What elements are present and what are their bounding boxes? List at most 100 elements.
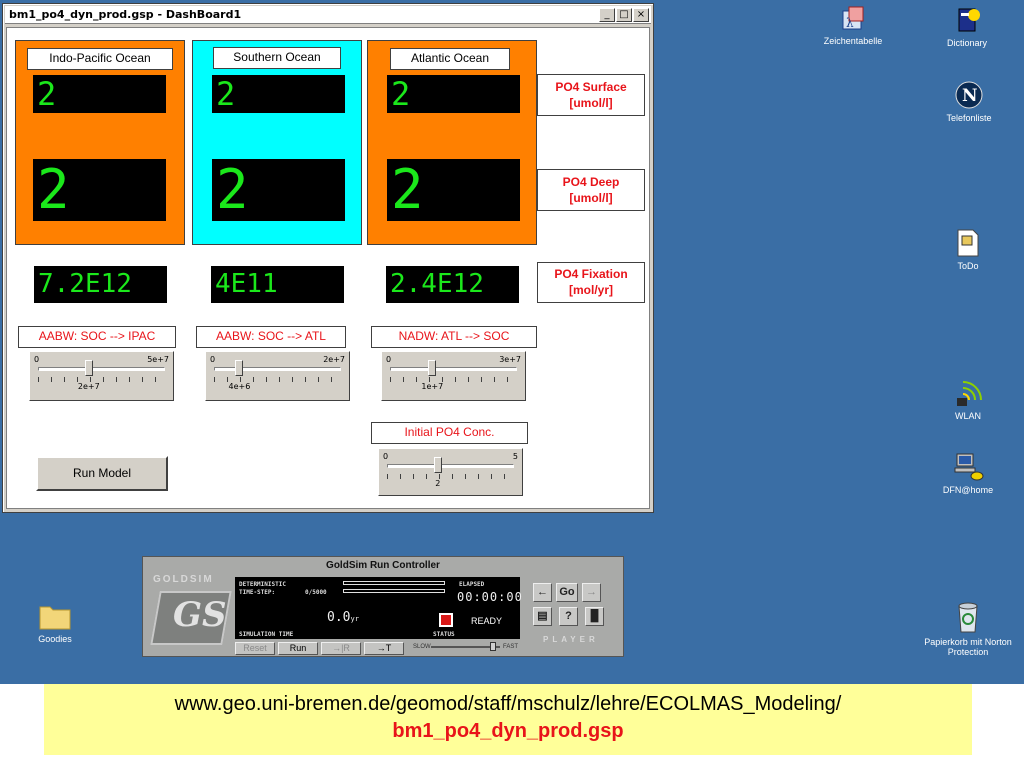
progress-bar-realization [343,581,445,585]
desktop-icon-label: Zeichentabelle [823,36,883,46]
slider-flow-soc-ipac[interactable]: 0 5e+7 2e+7 [29,351,174,401]
dashboard-window: bm1_po4_dyn_prod.gsp - DashBoard1 _ □ × … [2,3,654,513]
lcd-fixation-indo-pacific: 7.2E12 [34,266,167,303]
player-label: PLAYER [543,635,599,644]
timestep-label: TIME-STEP: [239,589,276,596]
desktop-icon-telefonliste[interactable]: N Telefonliste [914,80,1024,123]
slider-max: 5 [512,452,518,461]
speed-slow-label: SLOW [413,644,431,650]
label-po4-deep: PO4 Deep [umol/l] [537,169,645,211]
slider-thumb[interactable] [84,360,93,376]
wireless-icon [957,381,982,406]
panel-indo-pacific: Indo-Pacific Ocean 2 2 [15,40,185,245]
stop-icon[interactable] [439,613,453,627]
slider-thumb[interactable] [428,360,437,376]
recycle-bin-icon [958,602,978,633]
desktop-icon-label: WLAN [954,411,981,421]
lcd-po4-deep-southern: 2 [212,159,345,221]
desktop-icon-label: Telefonliste [946,113,992,123]
slider-min: 0 [210,355,216,364]
minimize-button[interactable]: _ [599,8,615,22]
desktop-icon-charmap[interactable]: λ Zeichentabelle [798,5,908,46]
desktop-icon-label: DFN@home [942,485,994,495]
slider-ticks [387,474,514,479]
desktop-icon-label: Dictionary [946,38,987,48]
exit-door-icon[interactable]: █ [585,607,604,626]
footer-url[interactable]: www.geo.uni-bremen.de/geomod/staff/mschu… [44,693,972,716]
desktop-icon-recycle-bin[interactable]: Papierkorb mit Norton Protection [913,600,1023,657]
slider-thumb[interactable] [433,457,442,473]
slider-max: 2e+7 [323,355,345,364]
slider-track[interactable] [387,464,514,468]
svg-text:λ: λ [846,16,854,30]
pause-at-button[interactable]: →T [364,642,404,655]
slider-max: 3e+7 [499,355,521,364]
desktop-icon-todo[interactable]: ToDo [913,228,1023,271]
slider-min: 0 [383,452,389,461]
label-flow-soc-ipac: AABW: SOC --> IPAC [18,326,176,348]
label-flow-atl-soc: NADW: ATL --> SOC [371,326,537,348]
lcd-po4-surface-southern: 2 [212,75,345,113]
slider-flow-soc-atl[interactable]: 0 2e+7 4e+6 [205,351,350,401]
run-mode: DETERMINISTIC [239,581,286,588]
slider-min: 0 [386,355,392,364]
footer-filename: bm1_po4_dyn_prod.gsp [392,720,624,742]
desktop-icon-label: Papierkorb mit Norton Protection [924,637,1012,657]
label-flow-soc-atl: AABW: SOC --> ATL [196,326,346,348]
simulation-time-value: 0.0yr [327,610,359,625]
desktop-icon-goodies[interactable]: Goodies [0,603,110,644]
desktop: bm1_po4_dyn_prod.gsp - DashBoard1 _ □ × … [0,0,1024,684]
forward-arrow-icon[interactable]: → [582,583,601,602]
slider-thumb[interactable] [235,360,244,376]
slider-track[interactable] [214,367,341,371]
panel-southern: Southern Ocean 2 2 [192,40,362,245]
desktop-icon-label: ToDo [957,261,979,271]
close-button[interactable]: × [633,8,649,22]
simulation-time-label: SIMULATION TIME [239,631,294,638]
run-status-display: DETERMINISTIC TIME-STEP: 0/5000 ELAPSED … [235,577,523,639]
slider-ticks [390,377,517,382]
step-button[interactable]: →|R [321,642,361,655]
timestep-value: 0/5000 [305,589,327,596]
label-po4-fixation: PO4 Fixation [mol/yr] [537,262,645,303]
help-button[interactable]: ? [559,607,578,626]
browser-icon[interactable]: ▤ [533,607,552,626]
run-model-button[interactable]: Run Model [36,456,168,491]
speed-fast-label: FAST [502,644,518,650]
svg-text:N: N [962,86,978,106]
elapsed-time: 00:00:00 [457,590,523,604]
progress-bar-timestep [343,589,445,593]
elapsed-label: ELAPSED [459,581,485,588]
window-titlebar[interactable]: bm1_po4_dyn_prod.gsp - DashBoard1 _ □ × [5,6,651,24]
label-po4-surface: PO4 Surface [umol/l] [537,74,645,116]
maximize-button[interactable]: □ [616,8,632,22]
slider-track[interactable] [390,367,517,371]
lcd-fixation-southern: 4E11 [211,266,344,303]
slider-initial-po4[interactable]: 0 5 2 [378,448,523,496]
dashboard-client: Indo-Pacific Ocean 2 2 Southern Ocean 2 … [6,27,650,509]
label-initial-po4: Initial PO4 Conc. [371,422,528,444]
slider-flow-atl-soc[interactable]: 0 3e+7 1e+7 [381,351,526,401]
slider-value: 2 [435,479,441,488]
run-controller-title[interactable]: GoldSim Run Controller [143,558,623,574]
slider-ticks [38,377,165,382]
panel-atlantic: Atlantic Ocean 2 2 [367,40,537,245]
slider-track[interactable] [38,367,165,371]
slider-value: 1e+7 [421,382,444,391]
slider-value: 2e+7 [77,382,100,391]
panel-title-atlantic: Atlantic Ocean [390,48,510,70]
speed-thumb[interactable] [490,642,496,651]
desktop-icon-label: Goodies [38,634,72,644]
go-button[interactable]: Go [556,583,578,602]
panel-title-indo-pacific: Indo-Pacific Ocean [27,48,173,70]
back-arrow-icon[interactable]: ← [533,583,552,602]
footer-caption: www.geo.uni-bremen.de/geomod/staff/mschu… [44,684,972,755]
desktop-icon-wlan[interactable]: WLAN [913,376,1023,421]
run-button[interactable]: Run [278,642,318,655]
status-label: STATUS [433,631,455,638]
run-speed-slider[interactable]: SLOW FAST [413,642,518,652]
reset-button[interactable]: Reset [235,642,275,655]
desktop-icon-dfn-home[interactable]: DFN@home [913,452,1023,495]
desktop-icon-dictionary[interactable]: Dictionary [912,5,1022,48]
netscape-icon: N [955,81,983,109]
